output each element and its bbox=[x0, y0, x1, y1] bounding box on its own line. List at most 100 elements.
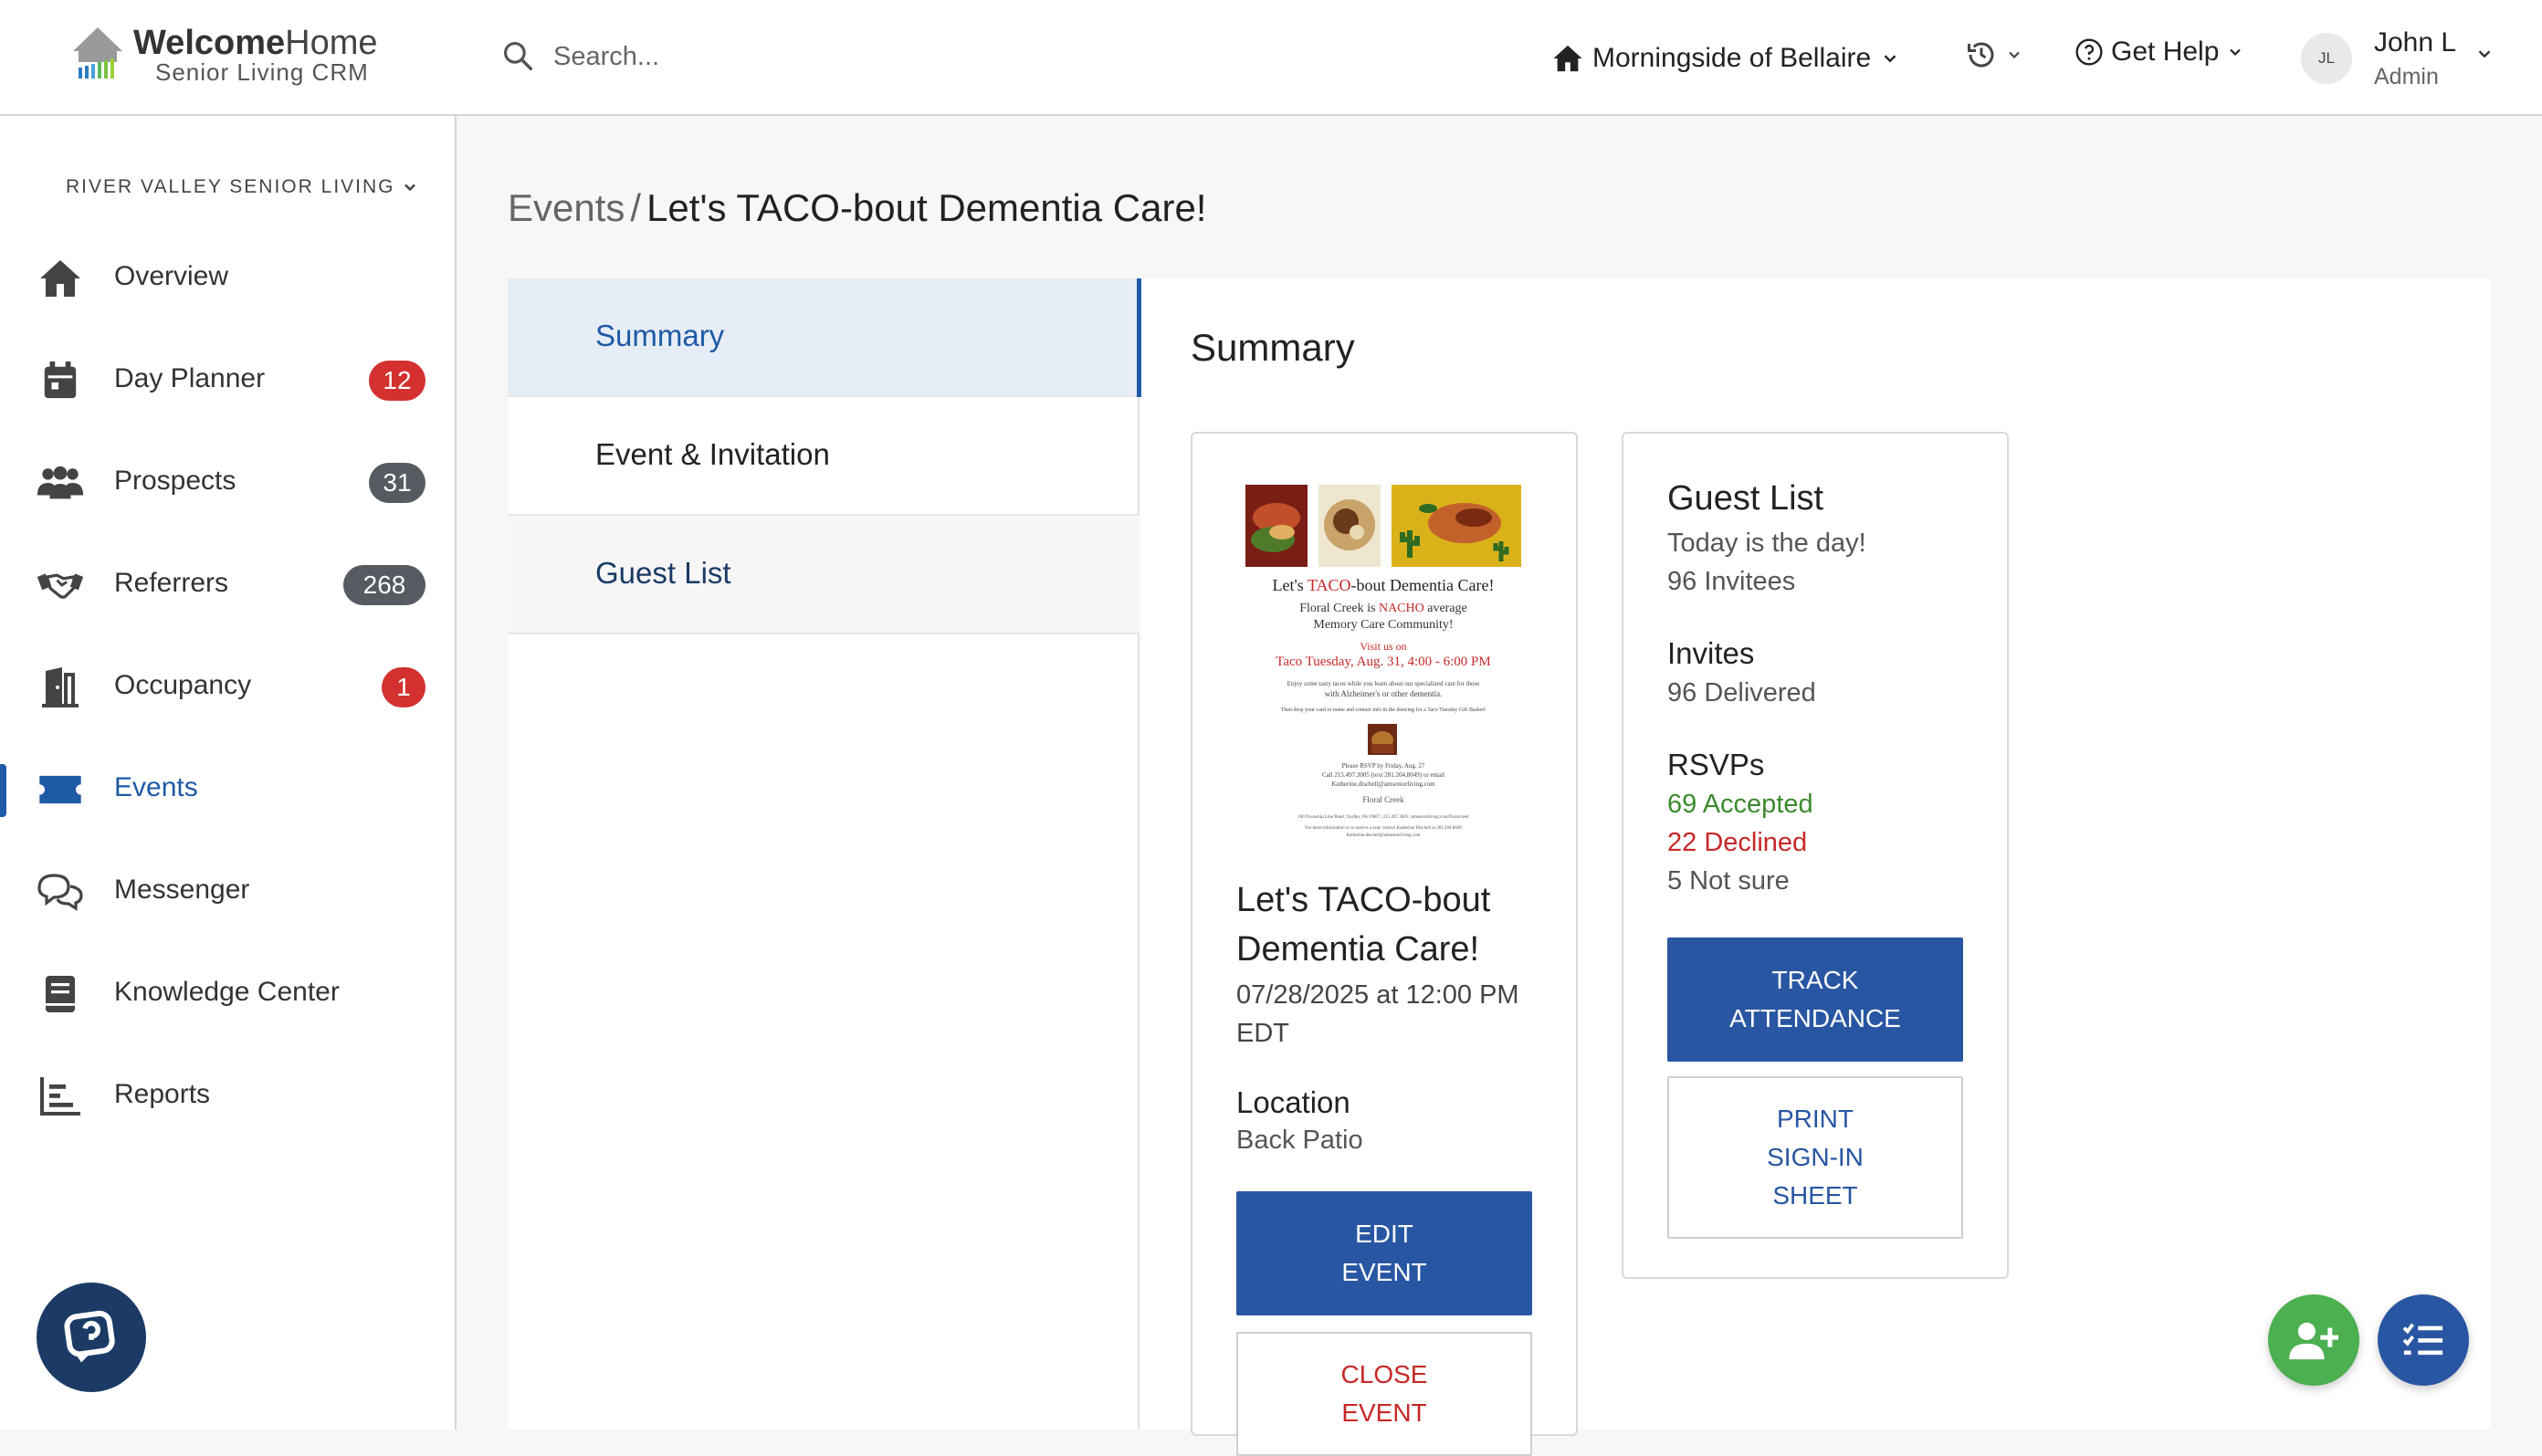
flyer-text: Memory Care Community! bbox=[1313, 618, 1454, 632]
chevron-down-icon bbox=[404, 183, 415, 192]
tab-label: Guest List bbox=[595, 556, 731, 590]
day-planner-badge: 12 bbox=[369, 361, 425, 401]
declined-count: 22 Declined bbox=[1667, 828, 1808, 857]
door-icon bbox=[35, 665, 86, 709]
print-sign-in-sheet-button[interactable]: PRINT SIGN-IN SHEET bbox=[1667, 1076, 1963, 1239]
sidebar-item-label: Referrers bbox=[114, 568, 229, 598]
flyer-headline: Let's TACO-bout Dementia Care! bbox=[1272, 576, 1495, 594]
event-name: Let's TACO-bout Dementia Care! bbox=[1236, 881, 1491, 969]
brand-subtitle: Senior Living CRM bbox=[155, 58, 369, 86]
flyer-text: Then drop your card or name and contact … bbox=[1280, 707, 1486, 713]
tab-event-invitation[interactable]: Event & Invitation bbox=[508, 397, 1140, 516]
sidebar-item-referrers[interactable]: Referrers 268 bbox=[0, 543, 457, 625]
sidebar-item-label: Knowledge Center bbox=[114, 977, 340, 1007]
sidebar-item-day-planner[interactable]: Day Planner 12 bbox=[0, 339, 457, 421]
event-panel: Summary Event & Invitation Guest List Su… bbox=[508, 278, 2491, 1456]
tab-guest-list[interactable]: Guest List bbox=[508, 516, 1140, 634]
sidebar-item-prospects[interactable]: Prospects 31 bbox=[0, 441, 457, 523]
breadcrumb-events-link[interactable]: Events bbox=[508, 186, 625, 229]
tab-label: Summary bbox=[595, 319, 725, 352]
organization-label: RIVER VALLEY SENIOR LIVING bbox=[66, 176, 395, 197]
flyer-text: with Alzheimer's or other dementia. bbox=[1324, 689, 1443, 698]
avatar: JL bbox=[2301, 33, 2352, 84]
accepted-count: 69 Accepted bbox=[1667, 790, 1813, 819]
sidebar-item-label: Prospects bbox=[114, 466, 236, 496]
ticket-icon bbox=[35, 768, 86, 812]
flyer-text: Visit us on bbox=[1360, 640, 1407, 653]
brand-logo[interactable]: WelcomeHome Senior Living CRM bbox=[71, 24, 400, 97]
flyer-text: Floral Creek bbox=[1362, 795, 1404, 804]
track-attendance-button[interactable]: TRACK ATTENDANCE bbox=[1667, 937, 1963, 1062]
search-input[interactable] bbox=[551, 37, 1099, 77]
sidebar-item-label: Events bbox=[114, 772, 198, 802]
referrers-badge: 268 bbox=[343, 565, 425, 605]
user-role: Admin bbox=[2374, 64, 2439, 89]
summary-heading: Summary bbox=[1191, 326, 1355, 369]
sidebar-item-messenger[interactable]: Messenger bbox=[0, 850, 457, 932]
flyer-text: Katherine.dischell@amseniorliving.com bbox=[1346, 833, 1421, 838]
house-logo-icon bbox=[73, 27, 122, 79]
task-list-button[interactable] bbox=[2378, 1294, 2469, 1386]
chevron-down-icon bbox=[1884, 55, 1896, 63]
help-circle-icon bbox=[2075, 38, 2103, 66]
event-tabs: Summary Event & Invitation Guest List bbox=[508, 278, 1141, 1430]
guest-list-status: Today is the day! bbox=[1667, 529, 1866, 558]
flyer-text: 100 Township Line Road, Yardley, PA 1906… bbox=[1297, 815, 1469, 820]
flyer-text: Enjoy some tasty tacos while you learn a… bbox=[1287, 680, 1480, 687]
get-help-button[interactable]: Get Help bbox=[2075, 37, 2244, 68]
rsvps-heading: RSVPs bbox=[1667, 748, 1765, 781]
sidebar-item-label: Day Planner bbox=[114, 363, 266, 393]
chevron-down-icon bbox=[2009, 51, 2020, 59]
flyer-text: Katherine.dischell@amseniorliving.com bbox=[1331, 780, 1435, 788]
gift-basket-image bbox=[1368, 724, 1397, 755]
history-icon bbox=[1968, 42, 1994, 68]
recent-history-button[interactable] bbox=[1965, 38, 2023, 71]
prospects-badge: 31 bbox=[369, 463, 425, 503]
add-person-icon bbox=[2289, 1322, 2338, 1360]
get-help-label: Get Help bbox=[2111, 37, 2220, 67]
brand-title: WelcomeHome bbox=[133, 24, 378, 62]
breadcrumb-separator: / bbox=[630, 186, 642, 229]
community-selector[interactable]: Morningside of Bellaire bbox=[1552, 37, 1900, 80]
event-card: Let's TACO-bout Dementia Care! Floral Cr… bbox=[1191, 432, 1578, 1456]
sidebar-item-events[interactable]: Events bbox=[0, 748, 457, 830]
delivered-count: 96 Delivered bbox=[1667, 678, 1816, 707]
invitee-count: 96 Invitees bbox=[1667, 567, 1796, 596]
support-chat-button[interactable] bbox=[37, 1283, 146, 1392]
location-heading: Location bbox=[1236, 1085, 1350, 1119]
close-event-button[interactable]: CLOSE EVENT bbox=[1236, 1332, 1532, 1456]
sidebar-item-label: Messenger bbox=[114, 875, 250, 905]
event-flyer[interactable]: Let's TACO-bout Dementia Care! Floral Cr… bbox=[1244, 485, 1523, 850]
sidebar-item-label: Overview bbox=[114, 261, 229, 291]
help-chat-icon bbox=[64, 1310, 115, 1363]
sidebar-item-label: Reports bbox=[114, 1079, 211, 1109]
location-value: Back Patio bbox=[1236, 1126, 1363, 1155]
people-icon bbox=[35, 461, 86, 505]
chart-icon bbox=[35, 1074, 86, 1118]
tab-summary[interactable]: Summary bbox=[508, 278, 1141, 397]
user-name: John L bbox=[2374, 27, 2457, 58]
invites-heading: Invites bbox=[1667, 636, 1755, 670]
sidebar-item-reports[interactable]: Reports bbox=[0, 1054, 457, 1137]
event-date: 07/28/2025 at 12:00 PM EDT bbox=[1236, 980, 1519, 1048]
calendar-icon bbox=[35, 359, 86, 403]
sidebar: RIVER VALLEY SENIOR LIVING Overview Day … bbox=[0, 116, 457, 1430]
chat-icon bbox=[35, 870, 86, 914]
search-icon bbox=[503, 41, 532, 70]
home-icon bbox=[1553, 45, 1582, 72]
handshake-icon bbox=[35, 563, 86, 607]
sidebar-item-overview[interactable]: Overview bbox=[0, 236, 457, 319]
flyer-text: Floral Creek is NACHO average bbox=[1299, 602, 1467, 615]
not-sure-count: 5 Not sure bbox=[1667, 866, 1790, 896]
add-prospect-button[interactable] bbox=[2268, 1294, 2359, 1386]
breadcrumb: Events / Let's TACO-bout Dementia Care! bbox=[508, 186, 1206, 230]
sidebar-item-knowledge-center[interactable]: Knowledge Center bbox=[0, 952, 457, 1034]
sidebar-item-occupancy[interactable]: Occupancy 1 bbox=[0, 645, 457, 728]
chevron-down-icon bbox=[2478, 50, 2491, 58]
taco-photos-image bbox=[1245, 485, 1521, 567]
flyer-text: For more information or to reserve a sea… bbox=[1305, 826, 1462, 831]
organization-selector[interactable]: RIVER VALLEY SENIOR LIVING bbox=[66, 176, 419, 198]
search-bar bbox=[500, 33, 1140, 80]
checklist-icon bbox=[2402, 1323, 2443, 1356]
edit-event-button[interactable]: EDIT EVENT bbox=[1236, 1191, 1532, 1315]
